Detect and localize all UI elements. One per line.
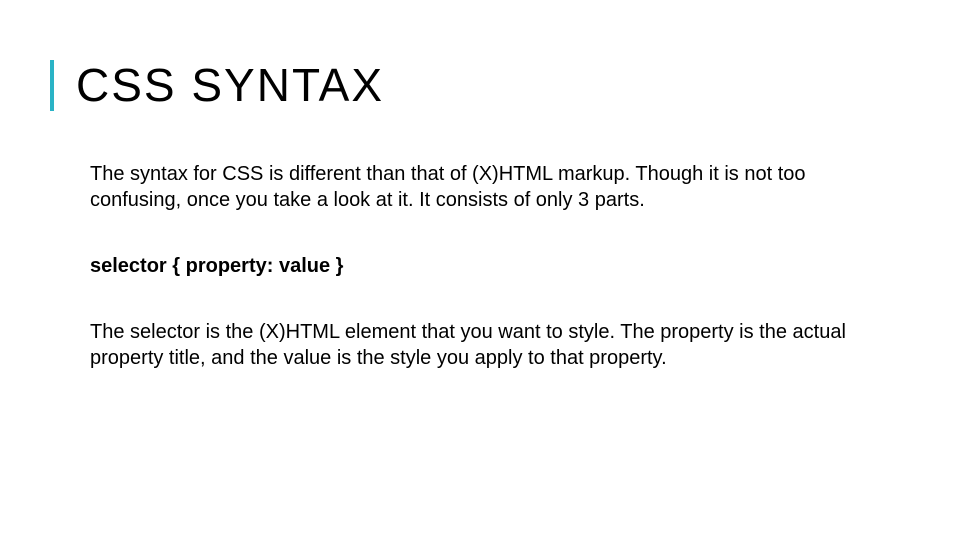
title-block: CSS SYNTAX bbox=[50, 60, 900, 111]
slide-title: CSS SYNTAX bbox=[76, 60, 900, 111]
syntax-example: selector { property: value } bbox=[90, 253, 880, 279]
slide-body: The syntax for CSS is different than tha… bbox=[50, 161, 900, 371]
paragraph-explanation: The selector is the (X)HTML element that… bbox=[90, 319, 880, 371]
paragraph-intro: The syntax for CSS is different than tha… bbox=[90, 161, 880, 213]
slide: CSS SYNTAX The syntax for CSS is differe… bbox=[0, 0, 960, 540]
